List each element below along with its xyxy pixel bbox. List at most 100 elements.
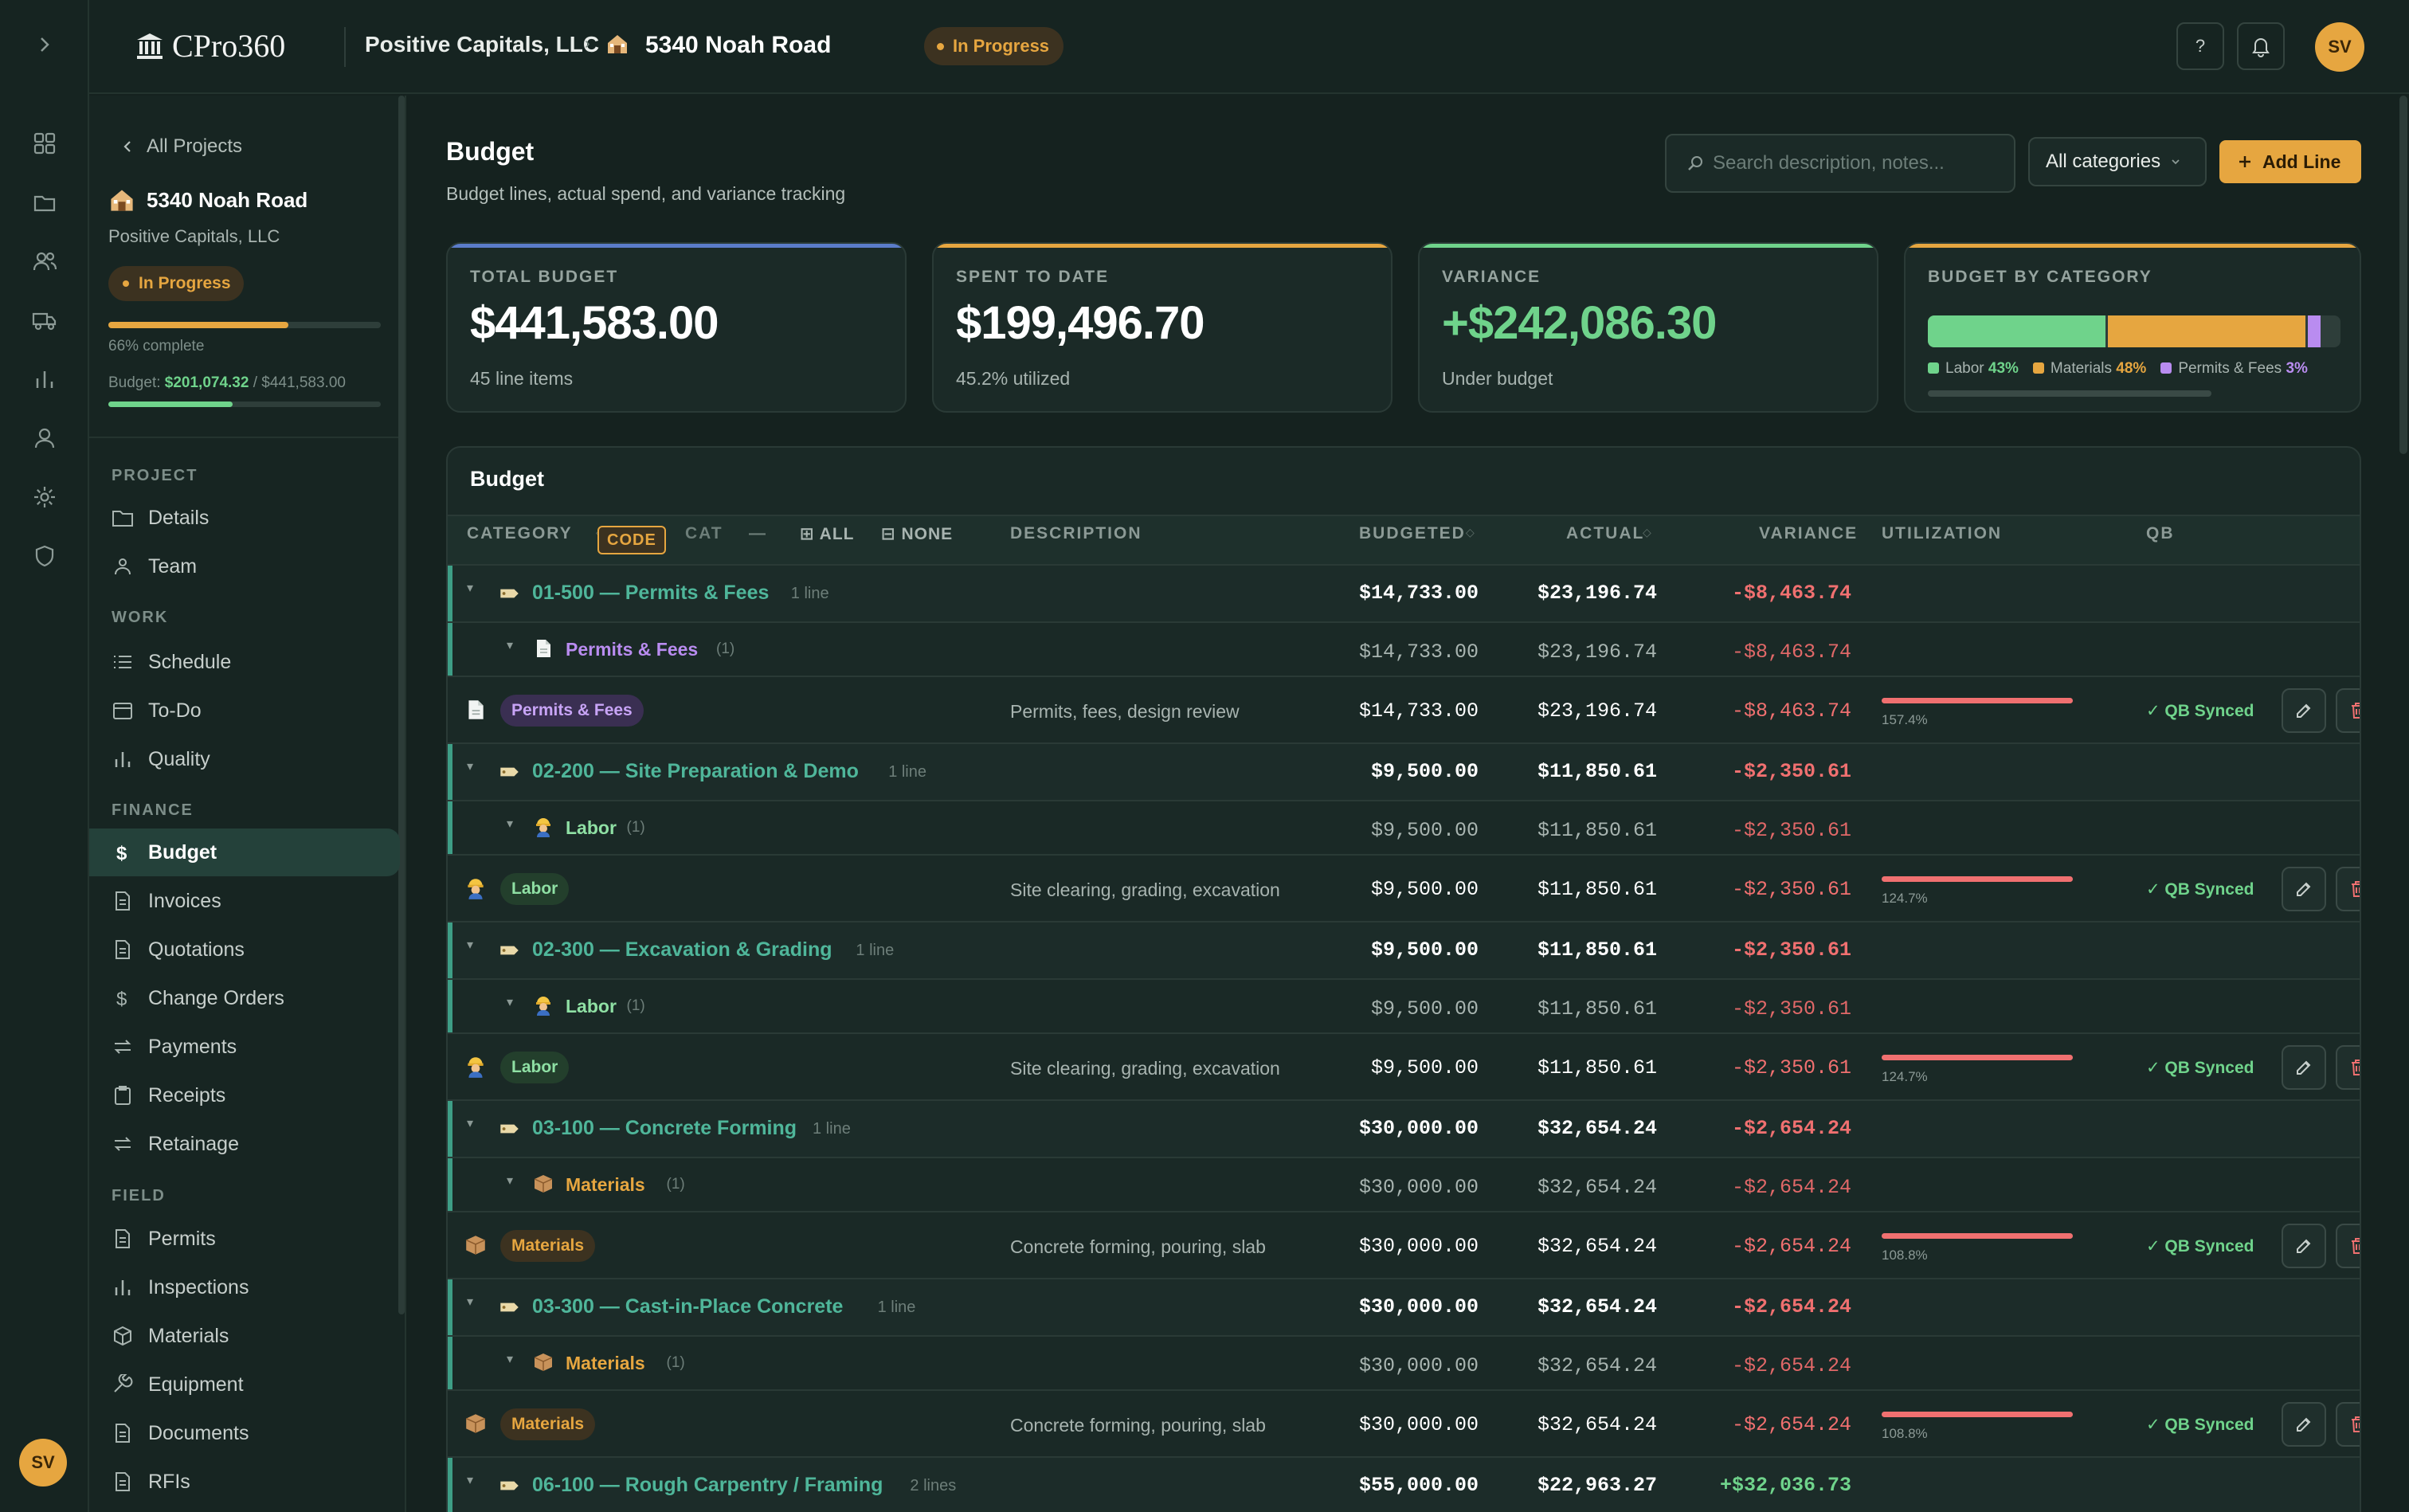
truck-icon[interactable] xyxy=(29,304,61,336)
header-actual[interactable]: ACTUAL xyxy=(1566,524,1644,543)
line-item-row[interactable]: Permits & Fees Permits, fees, design revi… xyxy=(448,676,2360,742)
header-budgeted[interactable]: BUDGETED xyxy=(1359,524,1466,543)
nav-materials[interactable]: Materials xyxy=(89,1312,400,1360)
user-avatar[interactable]: SV xyxy=(2315,22,2364,72)
sort-icon[interactable]: ◇ xyxy=(1643,526,1651,539)
edit-button[interactable] xyxy=(2282,867,2326,911)
chevron-down-icon[interactable]: ▾ xyxy=(507,637,513,653)
group-row[interactable]: ▾ 03-300 — Cast-in-Place Concrete 1 line $3… xyxy=(448,1278,2360,1335)
nav-invoices[interactable]: Invoices xyxy=(89,877,400,925)
category-pill: Materials xyxy=(500,1230,596,1262)
group-by-cat-toggle[interactable]: CAT xyxy=(685,524,723,543)
expand-all-button[interactable]: ⊞ ALL xyxy=(800,524,854,544)
header-category[interactable]: CATEGORY xyxy=(467,524,573,543)
nav-quotations[interactable]: Quotations xyxy=(89,926,400,973)
bar-chart-icon xyxy=(115,752,131,767)
nav-permits[interactable]: Permits xyxy=(89,1215,400,1263)
chevron-down-icon[interactable]: ▾ xyxy=(507,1173,513,1189)
breadcrumb-company[interactable]: Positive Capitals, LLC xyxy=(365,32,599,57)
breadcrumb-project[interactable]: 5340 Noah Road xyxy=(645,32,831,59)
line-item-row[interactable]: Labor Site clearing, grading, excavation $… xyxy=(448,1032,2360,1099)
header-variance[interactable]: VARIANCE xyxy=(1759,524,1858,543)
delete-button[interactable] xyxy=(2336,867,2360,911)
chevron-down-icon[interactable]: ▾ xyxy=(507,816,513,832)
add-line-button[interactable]: Add Line xyxy=(2219,140,2361,183)
main-scrollbar[interactable] xyxy=(2399,96,2407,454)
tag-icon-wrap xyxy=(497,1474,521,1502)
brand-logo[interactable]: CPro360 xyxy=(134,27,285,65)
nav-equipment[interactable]: Equipment xyxy=(89,1361,400,1408)
header-qb: QB xyxy=(2146,524,2175,543)
line-item-row[interactable]: Materials Concrete forming, pouring, slab… xyxy=(448,1389,2360,1456)
nav-payments[interactable]: Payments xyxy=(89,1023,400,1071)
delete-button[interactable] xyxy=(2336,1224,2360,1268)
subgroup-row[interactable]: ▾ Permits & Fees (1) $14,733.00 $23,196.74 -$… xyxy=(448,621,2360,676)
avatar[interactable]: SV xyxy=(19,1439,67,1487)
card-value: $441,583.00 xyxy=(470,297,719,349)
edit-button[interactable] xyxy=(2282,1045,2326,1090)
all-projects-link[interactable]: All Projects xyxy=(121,135,242,158)
subgroup-row[interactable]: ▾ Labor (1) $9,500.00 $11,850.61 -$2,350.61 xyxy=(448,978,2360,1032)
subgroup-row[interactable]: ▾ Materials (1) $30,000.00 $32,654.24 -$2,654… xyxy=(448,1157,2360,1211)
nav-team[interactable]: Team xyxy=(89,543,400,590)
edit-button[interactable] xyxy=(2282,1224,2326,1268)
group-row[interactable]: ▾ 01-500 — Permits & Fees 1 line $14,733.00… xyxy=(448,564,2360,621)
gear-icon[interactable] xyxy=(29,481,61,513)
search-input[interactable]: Search description, notes... xyxy=(1665,134,2015,193)
chevron-down-icon[interactable]: ▾ xyxy=(467,1472,473,1488)
dashboard-icon[interactable] xyxy=(29,127,61,159)
chevron-down-icon[interactable]: ▾ xyxy=(467,937,473,953)
group-row[interactable]: ▾ 02-300 — Excavation & Grading 1 line $9,5… xyxy=(448,921,2360,978)
nav-schedule[interactable]: Schedule xyxy=(89,638,400,686)
collapse-all-button[interactable]: ⊟ NONE xyxy=(881,524,953,544)
nav-quality[interactable]: Quality xyxy=(89,735,400,783)
money-cell: -$8,463.74 xyxy=(1731,699,1851,723)
delete-button[interactable] xyxy=(2336,1045,2360,1090)
expand-chevron-icon[interactable] xyxy=(29,29,61,61)
legend-scrollbar[interactable] xyxy=(1928,390,2211,397)
nav-todo[interactable]: To-Do xyxy=(89,687,400,734)
subgroup-row[interactable]: ▾ Materials (1) $30,000.00 $32,654.24 -$2,654… xyxy=(448,1335,2360,1389)
tag-icon xyxy=(500,1302,519,1312)
delete-button[interactable] xyxy=(2336,1402,2360,1447)
nav-rfis[interactable]: RFIs xyxy=(89,1458,400,1506)
person-icon[interactable] xyxy=(29,422,61,454)
house-icon xyxy=(605,32,629,60)
group-row[interactable]: ▾ 02-200 — Site Preparation & Demo 1 line $… xyxy=(448,742,2360,800)
nav-documents[interactable]: Documents xyxy=(89,1409,400,1457)
delete-button[interactable] xyxy=(2336,688,2360,733)
edit-button[interactable] xyxy=(2282,688,2326,733)
chevron-down-icon[interactable]: ▾ xyxy=(507,994,513,1010)
folder-icon[interactable] xyxy=(29,186,61,218)
card-subtext: Under budget xyxy=(1442,368,1553,389)
group-by-code-toggle[interactable]: CODE xyxy=(597,526,666,554)
chevron-down-icon[interactable]: ▾ xyxy=(467,1294,473,1310)
nav-details[interactable]: Details xyxy=(89,494,400,542)
line-item-row[interactable]: Materials Concrete forming, pouring, slab… xyxy=(448,1211,2360,1278)
chevron-down-icon[interactable]: ▾ xyxy=(467,1115,473,1131)
subgroup-count: (1) xyxy=(666,1354,685,1371)
users-icon[interactable] xyxy=(29,245,61,277)
nav-budget[interactable]: $ Budget xyxy=(89,828,400,876)
chevron-down-icon[interactable]: ▾ xyxy=(467,758,473,774)
bell-icon[interactable] xyxy=(2237,22,2285,70)
section-field: FIELD xyxy=(112,1187,166,1205)
nav-change-orders[interactable]: $ Change Orders xyxy=(89,974,400,1022)
subgroup-count: (1) xyxy=(716,640,735,657)
chevron-down-icon[interactable]: ▾ xyxy=(467,580,473,596)
help-button[interactable]: ? xyxy=(2176,22,2224,70)
edit-button[interactable] xyxy=(2282,1402,2326,1447)
nav-retainage[interactable]: Retainage xyxy=(89,1120,400,1168)
chevron-down-icon[interactable]: ▾ xyxy=(507,1351,513,1367)
chart-icon[interactable] xyxy=(29,363,61,395)
group-row[interactable]: ▾ 03-100 — Concrete Forming 1 line $30,000.… xyxy=(448,1099,2360,1157)
group-row[interactable]: ▾ 06-100 — Rough Carpentry / Framing 2 lin… xyxy=(448,1456,2360,1512)
line-item-row[interactable]: Labor Site clearing, grading, excavation $… xyxy=(448,854,2360,921)
box-icon xyxy=(465,1236,486,1255)
sort-icon[interactable]: ◇ xyxy=(1466,526,1475,539)
shield-icon[interactable] xyxy=(29,540,61,572)
nav-receipts[interactable]: Receipts xyxy=(89,1071,400,1119)
category-filter-select[interactable]: All categories xyxy=(2028,137,2207,186)
nav-inspections[interactable]: Inspections xyxy=(89,1263,400,1311)
subgroup-row[interactable]: ▾ Labor (1) $9,500.00 $11,850.61 -$2,350.61 xyxy=(448,800,2360,854)
